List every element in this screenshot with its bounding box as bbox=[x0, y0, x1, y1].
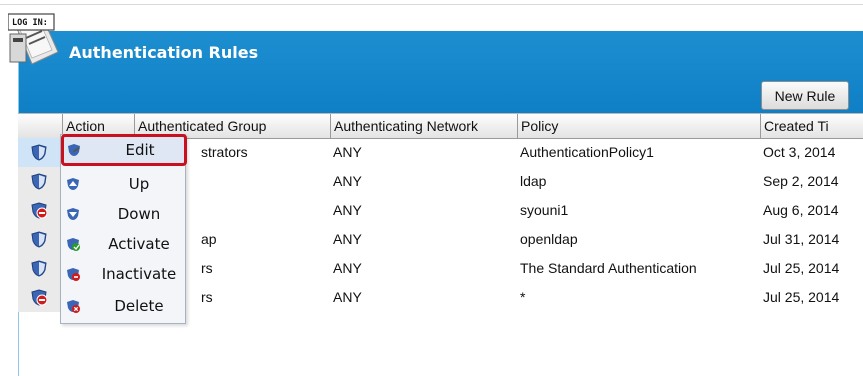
column-header-authenticating-network[interactable]: Authenticating Network bbox=[330, 114, 517, 138]
shield-disabled-icon bbox=[31, 289, 47, 306]
cell-network: ANY bbox=[333, 231, 362, 247]
cell-policy: openldap bbox=[520, 231, 578, 247]
menu-item-inactivate[interactable]: Inactivate bbox=[61, 259, 185, 289]
top-divider bbox=[0, 4, 863, 5]
panel-title: Authentication Rules bbox=[69, 43, 259, 62]
column-header-created-time[interactable]: Created Ti bbox=[760, 114, 863, 138]
menu-item-edit[interactable]: Edit bbox=[61, 134, 187, 166]
new-rule-button[interactable]: New Rule bbox=[761, 81, 849, 110]
login-icon-label: LOG IN: bbox=[12, 18, 48, 28]
menu-item-label: Down bbox=[117, 205, 161, 223]
menu-item-label: Activate bbox=[108, 235, 170, 253]
menu-item-label: Edit bbox=[125, 141, 155, 159]
cell-created: Oct 3, 2014 bbox=[763, 144, 836, 160]
cell-policy: The Standard Authentication bbox=[520, 260, 697, 276]
menu-item-label: Up bbox=[128, 175, 150, 193]
cell-group bbox=[198, 196, 330, 225]
cell-created: Sep 2, 2014 bbox=[763, 173, 839, 189]
menu-item-label: Delete bbox=[114, 297, 164, 315]
column-header-policy[interactable]: Policy bbox=[517, 114, 760, 138]
panel-header: Authentication Rules New Rule bbox=[19, 31, 863, 113]
cell-network: ANY bbox=[333, 202, 362, 218]
cell-policy: AuthenticationPolicy1 bbox=[520, 144, 654, 160]
action-context-menu: Edit Up Down Activate Inactivate Delete bbox=[60, 134, 187, 324]
cell-created: Aug 6, 2014 bbox=[763, 202, 839, 218]
cell-group: ap bbox=[201, 231, 217, 247]
cell-policy: * bbox=[520, 289, 526, 305]
shield-disabled-icon bbox=[31, 202, 47, 219]
up-icon bbox=[67, 178, 79, 190]
down-icon bbox=[67, 208, 79, 220]
cell-policy: syouni1 bbox=[520, 202, 569, 218]
cell-group: rs bbox=[201, 289, 213, 305]
cell-group: rs bbox=[201, 260, 213, 276]
cell-network: ANY bbox=[333, 173, 362, 189]
menu-item-label: Inactivate bbox=[101, 265, 177, 283]
menu-item-delete[interactable]: Delete bbox=[61, 291, 185, 321]
inactivate-icon bbox=[67, 268, 80, 281]
cell-network: ANY bbox=[333, 144, 362, 160]
login-icon: LOG IN: bbox=[8, 13, 59, 65]
cell-created: Jul 25, 2014 bbox=[763, 289, 840, 305]
cell-created: Jul 31, 2014 bbox=[763, 231, 840, 247]
activate-icon bbox=[67, 238, 80, 251]
menu-item-down[interactable]: Down bbox=[61, 199, 185, 229]
cell-policy: ldap bbox=[520, 173, 547, 189]
cell-group bbox=[198, 167, 330, 196]
cell-created: Jul 25, 2014 bbox=[763, 260, 840, 276]
cell-network: ANY bbox=[333, 260, 362, 276]
shield-icon bbox=[31, 231, 47, 248]
edit-icon bbox=[68, 144, 80, 156]
shield-icon bbox=[31, 173, 47, 190]
cell-group: strators bbox=[201, 144, 248, 160]
menu-item-up[interactable]: Up bbox=[61, 169, 185, 199]
shield-icon bbox=[31, 144, 47, 161]
column-header-status bbox=[18, 114, 62, 138]
menu-item-activate[interactable]: Activate bbox=[61, 229, 185, 259]
shield-icon bbox=[31, 260, 47, 277]
delete-icon bbox=[67, 300, 80, 313]
cell-network: ANY bbox=[333, 289, 362, 305]
